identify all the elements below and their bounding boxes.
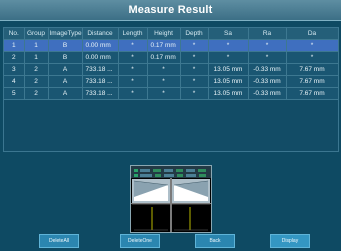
column-header-depth[interactable]: Depth	[180, 28, 209, 40]
cell-group: 1	[24, 39, 49, 52]
cell-sa: 13.05 mm	[208, 75, 249, 88]
table-row[interactable]: 2 1 B 0.00 mm * 0.17 mm * * * *	[4, 51, 339, 64]
cell-image-type: A	[48, 87, 83, 100]
table-row[interactable]: 1 1 B 0.00 mm * 0.17 mm * * * *	[4, 39, 339, 52]
cell-depth: *	[180, 63, 209, 76]
column-header-distance[interactable]: Distance	[82, 28, 119, 40]
cell-no: 1	[4, 39, 25, 52]
cell-length: *	[118, 63, 148, 76]
preview-divider-horizontal	[131, 203, 211, 204]
cell-length: *	[118, 75, 148, 88]
ascan-right-graphic	[174, 207, 208, 231]
cell-ra: -0.33 mm	[248, 63, 287, 76]
cell-height: *	[147, 75, 181, 88]
delete-one-button[interactable]: DeleteOne	[120, 234, 160, 248]
cell-ra: *	[248, 39, 287, 52]
cell-da: 7.67 mm	[286, 87, 339, 100]
cell-ra: -0.33 mm	[248, 87, 287, 100]
preview-pane-ascan-right	[172, 204, 210, 232]
cell-group: 2	[24, 75, 49, 88]
delete-all-button[interactable]: DeleteAll	[39, 234, 79, 248]
ascan-left-graphic	[134, 207, 168, 231]
cell-group: 1	[24, 51, 49, 64]
cell-da: *	[286, 51, 339, 64]
cell-no: 3	[4, 63, 25, 76]
back-button[interactable]: Back	[195, 234, 235, 248]
cell-image-type: A	[48, 75, 83, 88]
column-header-da[interactable]: Da	[286, 28, 339, 40]
table-header-row: No. Group ImageType Distance Length Heig…	[4, 28, 339, 40]
cell-height: 0.17 mm	[147, 51, 181, 64]
preview-divider-vertical	[170, 178, 172, 232]
table-row[interactable]: 5 2 A 733.18 ... * * * 13.05 mm -0.33 mm…	[4, 87, 339, 100]
cell-sa: *	[208, 39, 249, 52]
scan-preview-thumbnail[interactable]	[130, 165, 212, 233]
cell-da: 7.67 mm	[286, 75, 339, 88]
preview-toolbar	[131, 166, 211, 178]
cell-depth: *	[180, 87, 209, 100]
page-title: Measure Result	[128, 4, 213, 16]
cell-length: *	[118, 87, 148, 100]
preview-pane-ascan-left	[132, 204, 170, 232]
column-header-length[interactable]: Length	[118, 28, 148, 40]
column-header-no[interactable]: No.	[4, 28, 25, 40]
cell-sa: 13.05 mm	[208, 87, 249, 100]
cell-distance: 0.00 mm	[82, 39, 119, 52]
sector-scan-right-graphic	[172, 179, 210, 203]
table-row[interactable]: 4 2 A 733.18 ... * * * 13.05 mm -0.33 mm…	[4, 75, 339, 88]
cell-da: 7.67 mm	[286, 63, 339, 76]
cell-ra: *	[248, 51, 287, 64]
cell-no: 2	[4, 51, 25, 64]
cell-distance: 733.18 ...	[82, 63, 119, 76]
title-bar: Measure Result	[0, 0, 341, 21]
column-header-ra[interactable]: Ra	[248, 28, 287, 40]
cell-depth: *	[180, 51, 209, 64]
cell-sa: *	[208, 51, 249, 64]
display-button[interactable]: Display	[270, 234, 310, 248]
measure-result-table-panel: No. Group ImageType Distance Length Heig…	[3, 27, 339, 152]
sector-scan-left-graphic	[132, 179, 170, 203]
cell-height: 0.17 mm	[147, 39, 181, 52]
column-header-sa[interactable]: Sa	[208, 28, 249, 40]
cell-no: 4	[4, 75, 25, 88]
cell-da: *	[286, 39, 339, 52]
cell-image-type: A	[48, 63, 83, 76]
cell-sa: 13.05 mm	[208, 63, 249, 76]
cell-no: 5	[4, 87, 25, 100]
table-row[interactable]: 3 2 A 733.18 ... * * * 13.05 mm -0.33 mm…	[4, 63, 339, 76]
preview-pane-sector-right	[172, 179, 210, 203]
column-header-image-type[interactable]: ImageType	[48, 28, 83, 40]
cell-image-type: B	[48, 39, 83, 52]
cell-depth: *	[180, 39, 209, 52]
cell-length: *	[118, 39, 148, 52]
cell-length: *	[118, 51, 148, 64]
cell-group: 2	[24, 87, 49, 100]
cell-height: *	[147, 87, 181, 100]
cell-depth: *	[180, 75, 209, 88]
measure-result-table: No. Group ImageType Distance Length Heig…	[4, 28, 339, 100]
cell-ra: -0.33 mm	[248, 75, 287, 88]
cell-distance: 733.18 ...	[82, 87, 119, 100]
cell-distance: 0.00 mm	[82, 51, 119, 64]
preview-pane-sector-left	[132, 179, 170, 203]
cell-group: 2	[24, 63, 49, 76]
cell-distance: 733.18 ...	[82, 75, 119, 88]
cell-height: *	[147, 63, 181, 76]
column-header-group[interactable]: Group	[24, 28, 49, 40]
column-header-height[interactable]: Height	[147, 28, 181, 40]
cell-image-type: B	[48, 51, 83, 64]
